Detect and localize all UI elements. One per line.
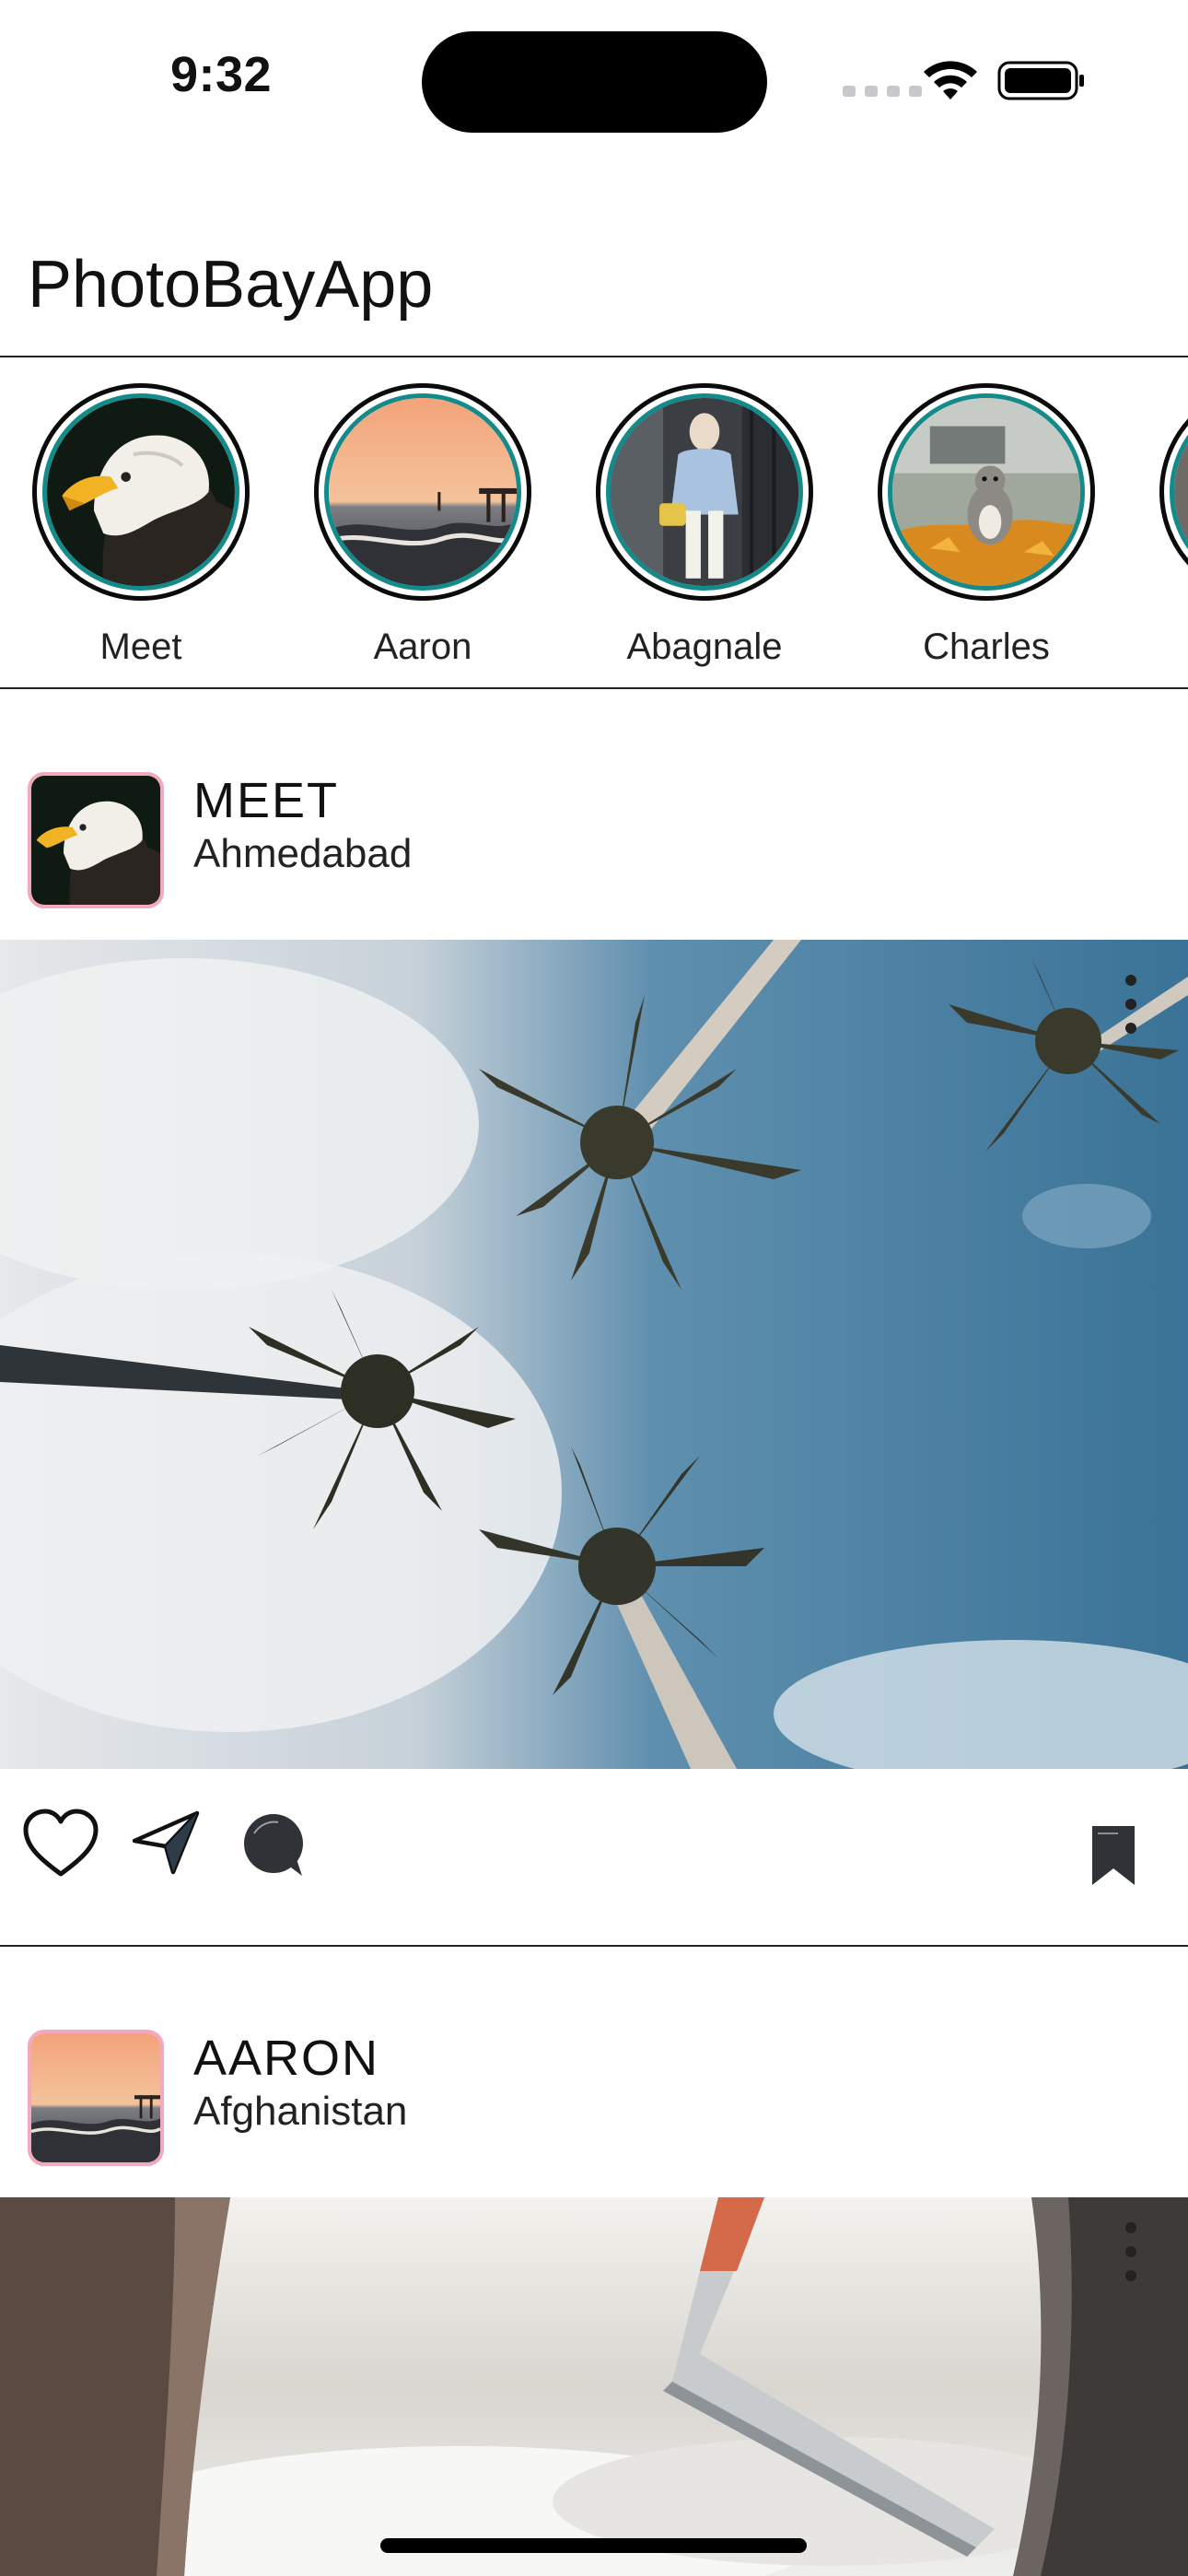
paper-plane-icon[interactable] — [131, 1809, 201, 1876]
more-vertical-icon[interactable] — [1112, 2215, 1149, 2289]
fashion-woman-image — [611, 398, 798, 586]
story-avatar[interactable] — [596, 383, 813, 601]
story-avatar[interactable] — [314, 383, 531, 601]
story-avatar[interactable] — [878, 383, 1095, 601]
wifi-icon — [924, 61, 977, 100]
post-avatar[interactable] — [28, 772, 164, 908]
post-image[interactable] — [0, 2197, 1188, 2576]
story-item[interactable]: Meet — [28, 383, 254, 668]
story-name: Charles — [923, 626, 1050, 667]
cellular-signal-icon — [843, 86, 922, 97]
eagle-image — [47, 398, 235, 586]
sunset-pier-image — [31, 2033, 160, 2162]
post-location: Afghanistan — [193, 2089, 408, 2134]
squirrel-image — [892, 398, 1080, 586]
story-item[interactable]: Abagnale — [591, 383, 818, 668]
home-indicator[interactable] — [380, 2538, 807, 2553]
post-username[interactable]: MEET — [193, 772, 339, 829]
post-divider — [0, 1945, 1188, 1947]
heart-icon[interactable] — [22, 1808, 99, 1879]
eagle-image — [31, 776, 160, 905]
stories-row[interactable]: Meet Aaron Abagnale Charles — [0, 359, 1188, 686]
story-item[interactable] — [1155, 383, 1188, 626]
post-image[interactable] — [0, 940, 1188, 1769]
post-avatar[interactable] — [28, 2030, 164, 2166]
airplane-wing-image — [0, 2197, 1188, 2576]
post-location: Ahmedabad — [193, 831, 413, 876]
bookmark-icon[interactable] — [1090, 1824, 1136, 1887]
app-title: PhotoBayApp — [28, 248, 434, 322]
story-avatar[interactable] — [1159, 383, 1188, 601]
comment-bubble-icon[interactable] — [241, 1813, 306, 1878]
story-avatar[interactable] — [32, 383, 250, 601]
story-image — [1174, 398, 1188, 586]
dynamic-island — [422, 31, 767, 133]
palm-trees-image — [0, 940, 1188, 1769]
story-item[interactable]: Charles — [873, 383, 1100, 668]
story-name: Abagnale — [626, 626, 783, 667]
stories-divider — [0, 687, 1188, 689]
story-name: Meet — [99, 626, 182, 667]
story-item[interactable]: Aaron — [309, 383, 536, 668]
battery-icon — [997, 61, 1084, 100]
post-username[interactable]: AARON — [193, 2030, 379, 2087]
status-time: 9:32 — [170, 47, 273, 102]
story-name: Aaron — [373, 626, 472, 667]
sunset-pier-image — [329, 398, 517, 586]
header-divider — [0, 356, 1188, 357]
more-vertical-icon[interactable] — [1112, 967, 1149, 1041]
